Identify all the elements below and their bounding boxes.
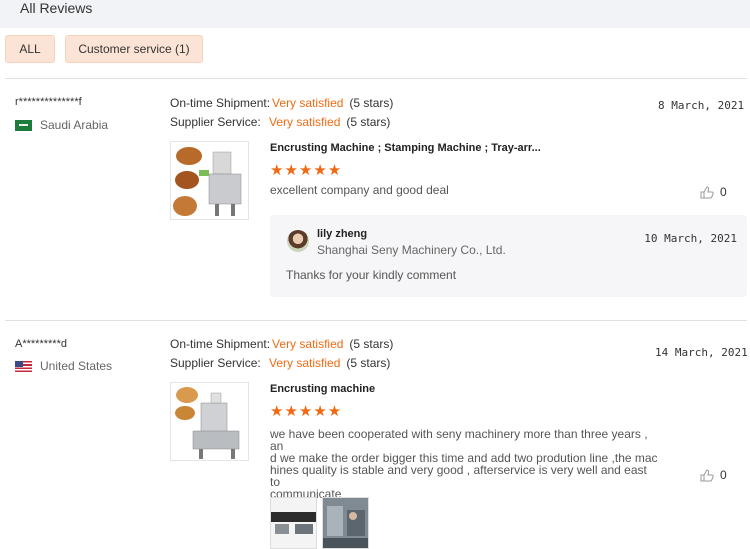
shipment-rating: On-time Shipment: Very satisfied (5 stars) — [170, 337, 393, 351]
product-thumbnail[interactable] — [170, 141, 249, 220]
service-value: Very satisfied — [269, 356, 341, 370]
supplier-reply: lily zheng Shanghai Seny Machinery Co., … — [270, 215, 747, 297]
service-stars: (5 stars) — [346, 356, 391, 370]
shipment-stars: (5 stars) — [349, 96, 394, 110]
rating-stars: ★★★★★ — [270, 403, 343, 420]
rating-stars: ★★★★★ — [270, 162, 343, 179]
review-photo[interactable] — [322, 497, 369, 549]
review-photo[interactable] — [270, 497, 317, 549]
like-button[interactable]: 0 — [700, 468, 727, 482]
united-states-flag-icon — [15, 360, 32, 372]
like-count: 0 — [720, 468, 727, 482]
saudi-arabia-flag-icon — [15, 119, 32, 131]
divider — [5, 78, 747, 79]
filter-all-button[interactable]: ALL — [5, 35, 55, 63]
shipment-label: On-time Shipment: — [170, 96, 271, 110]
reply-text: Thanks for your kindly comment — [286, 268, 457, 282]
page-title: All Reviews — [20, 0, 93, 16]
review-comment: excellent company and good deal — [270, 183, 449, 197]
product-name[interactable]: Encrusting machine — [270, 383, 375, 395]
comment-line: hines quality is stable and very good , … — [270, 463, 647, 489]
all-reviews-header: All Reviews — [0, 0, 750, 28]
reply-author: lily zheng — [317, 228, 368, 240]
shipment-value: Very satisfied — [272, 337, 344, 351]
shipment-rating: On-time Shipment: Very satisfied (5 stars) — [170, 96, 393, 110]
service-rating: Supplier Service: Very satisfied (5 stars) — [170, 115, 390, 129]
like-count: 0 — [720, 185, 727, 199]
product-thumbnail[interactable] — [170, 382, 249, 461]
service-rating: Supplier Service: Very satisfied (5 stars) — [170, 356, 390, 370]
thumbs-up-icon — [700, 185, 714, 199]
divider — [5, 320, 747, 321]
review-date: 8 March, 2021 — [658, 99, 745, 112]
shipment-label: On-time Shipment: — [170, 337, 271, 351]
filter-customer-service-button[interactable]: Customer service (1) — [65, 35, 203, 63]
country-name: Saudi Arabia — [40, 118, 109, 132]
service-label: Supplier Service: — [170, 115, 261, 129]
reply-company: Shanghai Seny Machinery Co., Ltd. — [317, 243, 506, 257]
country-name: United States — [40, 359, 113, 373]
comment-line: we have been cooperated with seny machin… — [270, 427, 648, 453]
reply-date: 10 March, 2021 — [644, 232, 737, 245]
review-date: 14 March, 2021 — [655, 346, 748, 359]
reviewer-name: r**************f — [15, 96, 82, 108]
avatar — [287, 230, 309, 252]
reviewer-country: United States — [15, 359, 112, 373]
review-comment: we have been cooperated with seny machin… — [270, 428, 660, 500]
shipment-value: Very satisfied — [272, 96, 344, 110]
shipment-stars: (5 stars) — [349, 337, 394, 351]
service-value: Very satisfied — [269, 115, 341, 129]
like-button[interactable]: 0 — [700, 185, 727, 199]
thumbs-up-icon — [700, 468, 714, 482]
service-stars: (5 stars) — [346, 115, 391, 129]
service-label: Supplier Service: — [170, 356, 261, 370]
reviewer-name: A*********d — [15, 338, 67, 350]
reviewer-country: Saudi Arabia — [15, 118, 108, 132]
product-name[interactable]: Encrusting Machine ; Stamping Machine ; … — [270, 142, 541, 154]
